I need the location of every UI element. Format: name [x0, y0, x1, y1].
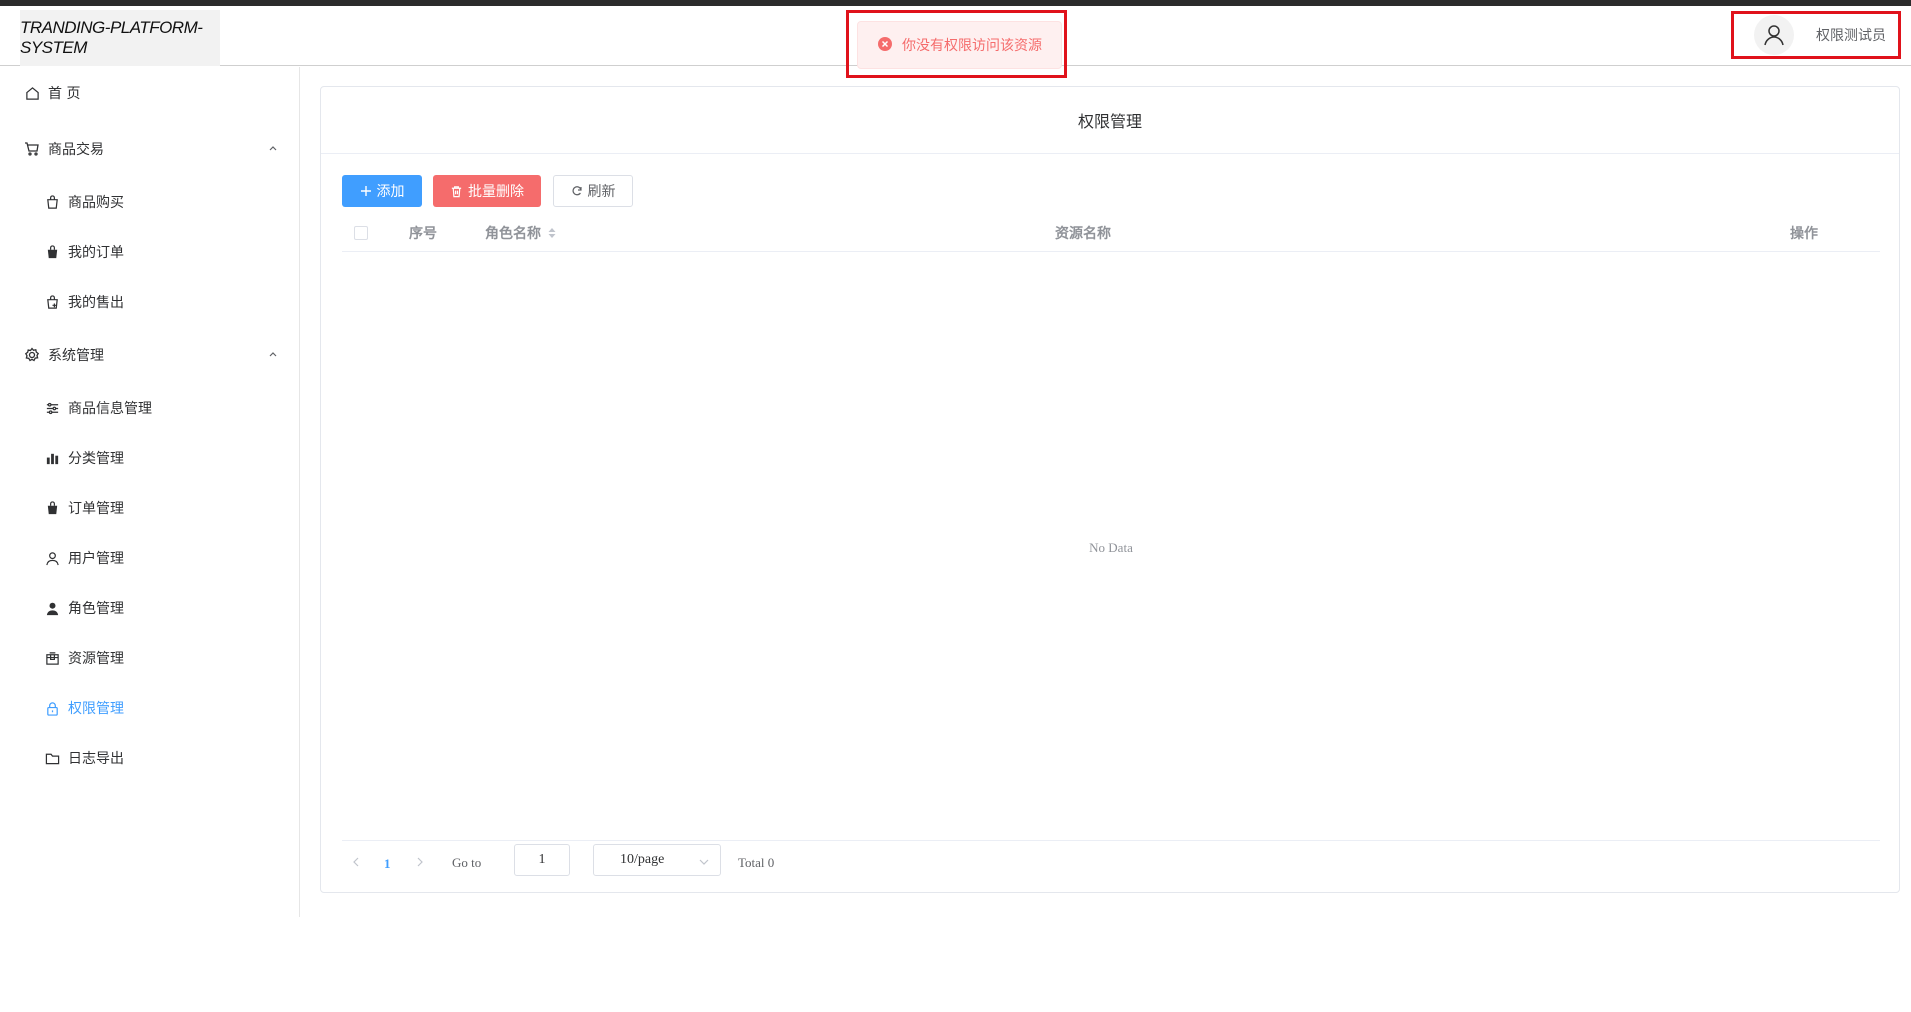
sidebar-item-label: 首 页 [48, 86, 81, 102]
user-filled-icon [44, 600, 60, 616]
chevron-right-icon[interactable] [414, 856, 426, 868]
page-size-value: 10/page [620, 852, 665, 867]
sidebar-item-label: 商品信息管理 [68, 401, 152, 417]
sidebar-group-trade[interactable]: 商品交易 [0, 129, 299, 169]
table-empty-state: No Data [1089, 540, 1133, 555]
sidebar-item-resource-manage[interactable]: 资源管理 [0, 638, 299, 678]
gear-icon [24, 347, 40, 363]
sidebar-item-log-export[interactable]: 日志导出 [0, 738, 299, 778]
batch-delete-button[interactable]: 批量删除 [433, 175, 541, 207]
sidebar-item-product-info[interactable]: 商品信息管理 [0, 388, 299, 428]
sidebar-item-buy[interactable]: 商品购买 [0, 182, 299, 222]
batch-delete-label: 批量删除 [468, 184, 524, 200]
sort-icon[interactable] [547, 227, 557, 239]
sidebar-item-home[interactable]: 首 页 [0, 73, 299, 113]
sold-icon [44, 294, 60, 310]
column-header-actions: 操作 [1790, 226, 1818, 242]
goto-page-input[interactable]: 1 [514, 844, 570, 876]
total-count: Total 0 [738, 855, 775, 870]
pagination: 1 Go to 1 10/page Total 0 [342, 842, 1880, 886]
column-header-role-name[interactable]: 角色名称 [485, 214, 557, 252]
chevron-up-icon [269, 352, 277, 357]
sidebar-item-label: 商品购买 [68, 195, 124, 211]
sidebar-item-label: 我的售出 [68, 295, 124, 311]
bag-filled-icon [44, 500, 60, 516]
sidebar-item-label: 资源管理 [68, 651, 124, 667]
page-number[interactable]: 1 [384, 856, 391, 872]
page-title: 权限管理 [321, 87, 1899, 154]
page-size-select[interactable]: 10/page [593, 844, 721, 876]
box-icon [44, 650, 60, 666]
sidebar-item-my-orders[interactable]: 我的订单 [0, 232, 299, 272]
toast-message: 你没有权限访问该资源 [902, 38, 1042, 54]
main-card: 权限管理 添加 批量删除 刷新 序号 角色名称 资源名称 操作 No Data … [320, 86, 1900, 893]
refresh-label: 刷新 [587, 184, 616, 200]
user-name[interactable]: 权限测试员 [1816, 25, 1886, 45]
home-icon [24, 85, 40, 101]
sidebar-item-label: 我的订单 [68, 245, 124, 261]
chevron-left-icon[interactable] [350, 856, 362, 868]
select-all-checkbox[interactable] [354, 214, 368, 252]
sidebar-item-category[interactable]: 分类管理 [0, 438, 299, 478]
error-circle-icon [878, 36, 892, 55]
column-header-resource-name: 资源名称 [1055, 226, 1111, 242]
sidebar-item-label: 订单管理 [68, 501, 124, 517]
sidebar-item-role-manage[interactable]: 角色管理 [0, 588, 299, 628]
user-icon[interactable] [1754, 15, 1794, 55]
sidebar-item-label: 用户管理 [68, 551, 124, 567]
user-icon [44, 550, 60, 566]
plus-icon [360, 186, 371, 196]
user-menu[interactable]: 权限测试员 [1731, 11, 1901, 59]
column-header-index: 序号 [409, 226, 437, 242]
sidebar-item-order-manage[interactable]: 订单管理 [0, 488, 299, 528]
sidebar-item-my-sold[interactable]: 我的售出 [0, 282, 299, 322]
sidebar-group-system[interactable]: 系统管理 [0, 335, 299, 375]
add-button-label: 添加 [376, 184, 405, 200]
sidebar-item-permission-manage[interactable]: 权限管理 [0, 688, 299, 728]
sidebar: 首 页 商品交易 商品购买 我的订单 我的售出 系统管理 商品信息管理 分类管理… [0, 67, 300, 917]
shopping-bag-icon [44, 194, 60, 210]
sidebar-item-user-manage[interactable]: 用户管理 [0, 538, 299, 578]
sidebar-group-label: 系统管理 [48, 348, 104, 364]
lock-icon [44, 700, 60, 716]
bag-filled-icon [44, 244, 60, 260]
trash-icon [451, 185, 462, 197]
sidebar-item-label: 角色管理 [68, 601, 124, 617]
bar-chart-icon [44, 450, 60, 466]
table-header: 序号 角色名称 资源名称 操作 [342, 214, 1880, 252]
sliders-icon [44, 400, 60, 416]
sidebar-item-label: 日志导出 [68, 751, 124, 767]
refresh-button[interactable]: 刷新 [553, 175, 633, 207]
sidebar-group-label: 商品交易 [48, 142, 104, 158]
chevron-down-icon [699, 859, 709, 865]
sidebar-item-label: 权限管理 [68, 701, 124, 717]
divider [342, 840, 1880, 841]
cart-icon [24, 141, 40, 157]
app-logo[interactable]: TRANDING-PLATFORM-SYSTEM [20, 10, 220, 66]
sidebar-item-label: 分类管理 [68, 451, 124, 467]
folder-icon [44, 750, 60, 766]
column-header-label: 角色名称 [485, 226, 541, 242]
chevron-up-icon [269, 146, 277, 151]
refresh-icon [572, 186, 582, 196]
add-button[interactable]: 添加 [342, 175, 422, 207]
goto-label: Go to [452, 855, 482, 870]
error-toast: 你没有权限访问该资源 [857, 21, 1062, 69]
